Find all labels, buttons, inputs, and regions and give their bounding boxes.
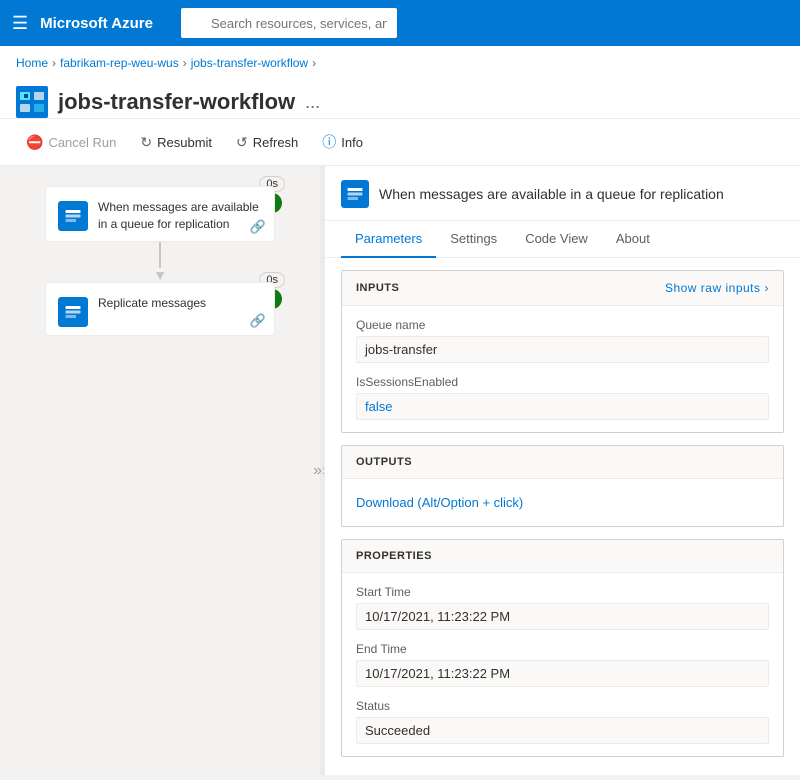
step-2-label: Replicate messages	[98, 295, 262, 312]
cancel-run-icon: ⛔	[26, 134, 43, 151]
inputs-section-body: Queue name jobs-transfer IsSessionsEnabl…	[342, 306, 783, 432]
end-time-field: End Time 10/17/2021, 11:23:22 PM	[356, 642, 769, 687]
sessions-enabled-field: IsSessionsEnabled false	[356, 375, 769, 420]
outputs-label: OUTPUTS	[356, 456, 412, 468]
step-1-card[interactable]: When messages are available in a queue f…	[45, 186, 275, 242]
end-time-value: 10/17/2021, 11:23:22 PM	[356, 660, 769, 687]
app-title: Microsoft Azure	[40, 15, 153, 32]
download-link[interactable]: Download (Alt/Option + click)	[356, 491, 523, 514]
replicate-icon	[64, 303, 82, 321]
hamburger-menu-icon[interactable]: ☰	[12, 13, 28, 34]
toolbar: ⛔ Cancel Run ↻ Resubmit ↺ Refresh ⓘ Info	[0, 119, 800, 166]
info-button[interactable]: ⓘ Info	[312, 127, 373, 157]
resubmit-button[interactable]: ↻ Resubmit	[130, 129, 222, 156]
show-raw-inputs-link[interactable]: Show raw inputs ›	[665, 281, 769, 295]
detail-queue-icon	[346, 185, 364, 203]
workflow-diagram-panel: 0s ✓ When messages are available in a qu…	[0, 166, 320, 775]
outputs-section-header: OUTPUTS	[342, 446, 783, 479]
breadcrumb-sep-2: ›	[183, 56, 187, 70]
step-1-icon	[58, 201, 88, 231]
detail-panel-title: When messages are available in a queue f…	[379, 186, 724, 214]
queue-icon	[64, 207, 82, 225]
tab-settings[interactable]: Settings	[436, 221, 511, 258]
breadcrumb-fabrikam[interactable]: fabrikam-rep-weu-wus	[60, 56, 179, 70]
step-1-link-icon: 🔗	[250, 219, 266, 235]
connector-arrow-icon: ▼	[153, 268, 167, 282]
properties-section-body: Start Time 10/17/2021, 11:23:22 PM End T…	[342, 573, 783, 756]
outputs-section: OUTPUTS Download (Alt/Option + click)	[341, 445, 784, 527]
detail-panel: When messages are available in a queue f…	[324, 166, 800, 775]
breadcrumb-home[interactable]: Home	[16, 56, 48, 70]
workflow-step-1[interactable]: 0s ✓ When messages are available in a qu…	[45, 186, 275, 242]
queue-name-value: jobs-transfer	[356, 336, 769, 363]
step-1-label: When messages are available in a queue f…	[98, 199, 262, 233]
end-time-label: End Time	[356, 642, 769, 656]
status-value: Succeeded	[356, 717, 769, 744]
connector-line	[159, 242, 161, 268]
queue-name-label: Queue name	[356, 318, 769, 332]
cancel-run-button[interactable]: ⛔ Cancel Run	[16, 129, 126, 156]
detail-tabs: Parameters Settings Code View About	[325, 221, 800, 258]
step-connector: ▼	[153, 242, 167, 282]
chevron-right-icon: ›	[765, 281, 770, 295]
breadcrumb: Home › fabrikam-rep-weu-wus › jobs-trans…	[0, 46, 800, 80]
refresh-icon: ↺	[236, 134, 248, 151]
properties-label: PROPERTIES	[356, 550, 432, 562]
tab-parameters[interactable]: Parameters	[341, 221, 436, 258]
refresh-button[interactable]: ↺ Refresh	[226, 129, 308, 156]
breadcrumb-sep-1: ›	[52, 56, 56, 70]
inputs-label: INPUTS	[356, 282, 399, 294]
outputs-section-body: Download (Alt/Option + click)	[342, 479, 783, 526]
page-header: jobs-transfer-workflow ...	[0, 80, 800, 119]
page-title: jobs-transfer-workflow	[58, 89, 295, 115]
top-navigation-bar: ☰ Microsoft Azure 🔍	[0, 0, 800, 46]
detail-panel-header: When messages are available in a queue f…	[325, 166, 800, 221]
tab-about[interactable]: About	[602, 221, 664, 258]
workflow-step-2[interactable]: 0s ✓ Replicate messages 🔗	[45, 282, 275, 336]
breadcrumb-sep-3: ›	[312, 56, 316, 70]
status-field: Status Succeeded	[356, 699, 769, 744]
step-2-card[interactable]: Replicate messages 🔗	[45, 282, 275, 336]
inputs-section: INPUTS Show raw inputs › Queue name jobs…	[341, 270, 784, 433]
search-input[interactable]	[181, 8, 397, 38]
step-2-link-icon: 🔗	[250, 313, 266, 329]
ellipsis-menu[interactable]: ...	[305, 92, 320, 113]
tab-code-view[interactable]: Code View	[511, 221, 602, 258]
info-icon: ⓘ	[322, 132, 336, 152]
main-content: 0s ✓ When messages are available in a qu…	[0, 166, 800, 775]
workflow-icon	[16, 86, 48, 118]
properties-section-header: PROPERTIES	[342, 540, 783, 573]
sessions-enabled-label: IsSessionsEnabled	[356, 375, 769, 389]
sessions-enabled-value: false	[356, 393, 769, 420]
resubmit-icon: ↻	[140, 134, 152, 151]
start-time-value: 10/17/2021, 11:23:22 PM	[356, 603, 769, 630]
inputs-section-header: INPUTS Show raw inputs ›	[342, 271, 783, 306]
breadcrumb-workflow[interactable]: jobs-transfer-workflow	[191, 56, 308, 70]
status-label: Status	[356, 699, 769, 713]
search-wrapper: 🔍	[181, 8, 581, 38]
detail-panel-icon	[341, 180, 369, 208]
start-time-field: Start Time 10/17/2021, 11:23:22 PM	[356, 585, 769, 630]
start-time-label: Start Time	[356, 585, 769, 599]
step-2-icon	[58, 297, 88, 327]
queue-name-field: Queue name jobs-transfer	[356, 318, 769, 363]
properties-section: PROPERTIES Start Time 10/17/2021, 11:23:…	[341, 539, 784, 757]
